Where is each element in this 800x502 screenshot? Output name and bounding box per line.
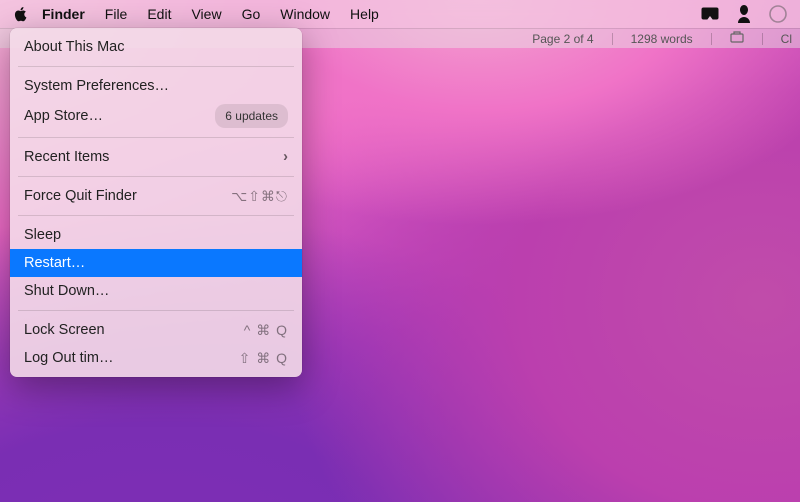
menu-item-label: Shut Down… bbox=[24, 281, 288, 301]
menubar: Finder File Edit View Go Window Help bbox=[0, 0, 800, 28]
menu-app-store[interactable]: App Store… 6 updates bbox=[10, 100, 302, 132]
menu-item-label: Sleep bbox=[24, 225, 288, 245]
user-silhouette-icon[interactable] bbox=[734, 4, 754, 24]
menu-shut-down[interactable]: Shut Down… bbox=[10, 277, 302, 305]
menu-item-label: Restart… bbox=[24, 253, 288, 273]
keyboard-shortcut: ⇧ ⌘ Q bbox=[239, 348, 288, 368]
menubar-item-edit[interactable]: Edit bbox=[137, 0, 181, 28]
screen-mirroring-icon[interactable] bbox=[700, 4, 720, 24]
menu-item-label: System Preferences… bbox=[24, 76, 288, 96]
updates-badge: 6 updates bbox=[215, 104, 288, 128]
menu-item-label: App Store… bbox=[24, 106, 215, 126]
menu-separator bbox=[18, 66, 294, 67]
menu-sleep[interactable]: Sleep bbox=[10, 221, 302, 249]
menu-system-preferences[interactable]: System Preferences… bbox=[10, 72, 302, 100]
apple-menu-icon[interactable] bbox=[10, 6, 32, 22]
menu-separator bbox=[18, 215, 294, 216]
menu-restart[interactable]: Restart… bbox=[10, 249, 302, 277]
menubar-item-go[interactable]: Go bbox=[232, 0, 271, 28]
menu-item-label: Recent Items bbox=[24, 147, 283, 167]
chevron-right-icon: › bbox=[283, 147, 288, 167]
menu-force-quit[interactable]: Force Quit Finder ⌥⇧⌘⎋ bbox=[10, 182, 302, 210]
menu-item-label: Lock Screen bbox=[24, 320, 244, 340]
keyboard-shortcut: ^ ⌘ Q bbox=[244, 320, 288, 340]
menu-item-label: Force Quit Finder bbox=[24, 186, 231, 206]
toolbar-icon[interactable] bbox=[730, 31, 744, 46]
menu-item-label: Log Out tim… bbox=[24, 348, 239, 368]
menu-about-this-mac[interactable]: About This Mac bbox=[10, 33, 302, 61]
apple-menu-dropdown: About This Mac System Preferences… App S… bbox=[10, 28, 302, 377]
toolbar-extra: Cl bbox=[781, 32, 792, 46]
keyboard-shortcut: ⌥⇧⌘⎋ bbox=[231, 186, 288, 206]
menu-item-label: About This Mac bbox=[24, 37, 288, 57]
menubar-item-view[interactable]: View bbox=[181, 0, 231, 28]
menubar-item-window[interactable]: Window bbox=[270, 0, 340, 28]
menu-separator bbox=[18, 137, 294, 138]
menubar-item-finder[interactable]: Finder bbox=[32, 0, 95, 28]
menu-separator bbox=[18, 310, 294, 311]
menu-log-out[interactable]: Log Out tim… ⇧ ⌘ Q bbox=[10, 344, 302, 372]
menubar-item-help[interactable]: Help bbox=[340, 0, 389, 28]
status-icon[interactable] bbox=[768, 4, 788, 24]
menu-separator bbox=[18, 176, 294, 177]
menu-recent-items[interactable]: Recent Items › bbox=[10, 143, 302, 171]
page-indicator: Page 2 of 4 bbox=[532, 32, 593, 46]
word-count: 1298 words bbox=[631, 32, 693, 46]
menu-lock-screen[interactable]: Lock Screen ^ ⌘ Q bbox=[10, 316, 302, 344]
menubar-item-file[interactable]: File bbox=[95, 0, 138, 28]
